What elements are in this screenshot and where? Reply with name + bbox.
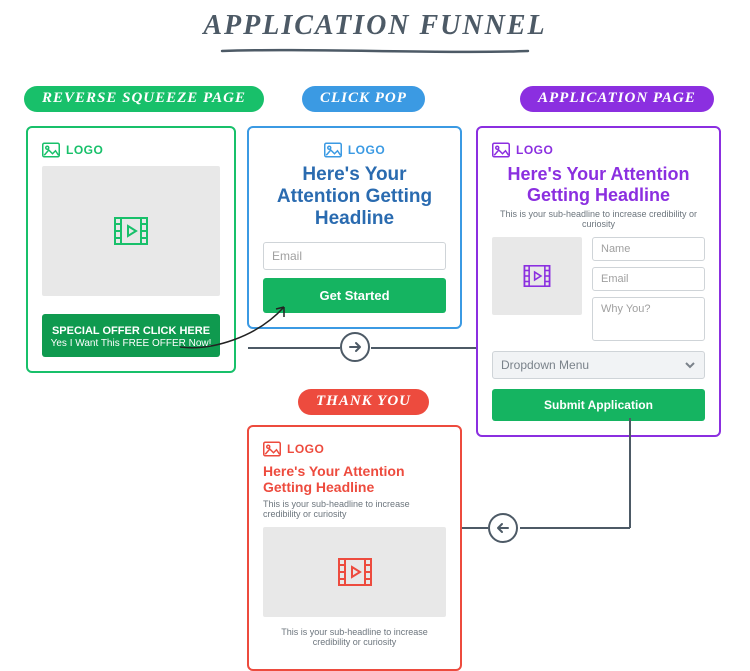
logo: LOGO (42, 142, 220, 158)
flow-arrow-left (488, 513, 518, 543)
logo: LOGO (263, 142, 446, 158)
video-thumbnail (42, 166, 220, 296)
card-thank-you: LOGO Here's Your Attention Getting Headl… (247, 425, 462, 671)
page-title: APPLICATION FUNNEL (203, 10, 546, 42)
play-icon (114, 217, 148, 245)
flow-line-app-down (629, 418, 631, 528)
email-field[interactable]: Email (592, 267, 705, 291)
image-icon (492, 142, 510, 158)
arrow-right-icon (347, 339, 363, 355)
headline: Here's Your Attention Getting Headline (492, 164, 705, 205)
chevron-down-icon (684, 359, 696, 371)
image-icon (324, 142, 342, 158)
play-icon (338, 558, 372, 586)
video-thumbnail (492, 237, 582, 315)
card-application: LOGO Here's Your Attention Getting Headl… (476, 126, 721, 437)
flow-line-to-thankyou (462, 527, 488, 529)
arrow-left-icon (495, 520, 511, 536)
subheadline-top: This is your sub-headline to increase cr… (263, 499, 446, 519)
flow-arrow-squeeze-to-pop (172, 299, 302, 354)
image-icon (263, 441, 281, 457)
logo-text: LOGO (66, 143, 103, 157)
label-reverse-squeeze: REVERSE SQUEEZE PAGE (24, 86, 264, 112)
dropdown-menu[interactable]: Dropdown Menu (492, 351, 705, 379)
logo: LOGO (263, 441, 446, 457)
dropdown-label: Dropdown Menu (501, 358, 589, 372)
email-field[interactable]: Email (263, 242, 446, 270)
why-field[interactable]: Why You? (592, 297, 705, 341)
title-underline (220, 48, 530, 54)
headline: Here's Your Attention Getting Headline (263, 463, 446, 495)
play-icon (523, 265, 551, 287)
headline: Here's Your Attention Getting Headline (263, 164, 446, 230)
logo-text: LOGO (287, 442, 324, 456)
flow-line-app-left (520, 527, 630, 529)
logo-text: LOGO (348, 143, 385, 157)
name-field[interactable]: Name (592, 237, 705, 261)
image-icon (42, 142, 60, 158)
subheadline: This is your sub-headline to increase cr… (492, 209, 705, 229)
logo-text: LOGO (516, 143, 553, 157)
label-click-pop: CLICK POP (302, 86, 425, 112)
flow-line-pop-left (248, 347, 340, 349)
flow-arrow-right (340, 332, 370, 362)
video-thumbnail (263, 527, 446, 617)
flow-line-pop-to-app (371, 347, 476, 349)
submit-button[interactable]: Submit Application (492, 389, 705, 421)
label-application: APPLICATION PAGE (520, 86, 714, 112)
logo: LOGO (492, 142, 705, 158)
label-thank-you: THANK YOU (298, 389, 429, 415)
subheadline-bottom: This is your sub-headline to increase cr… (263, 627, 446, 647)
